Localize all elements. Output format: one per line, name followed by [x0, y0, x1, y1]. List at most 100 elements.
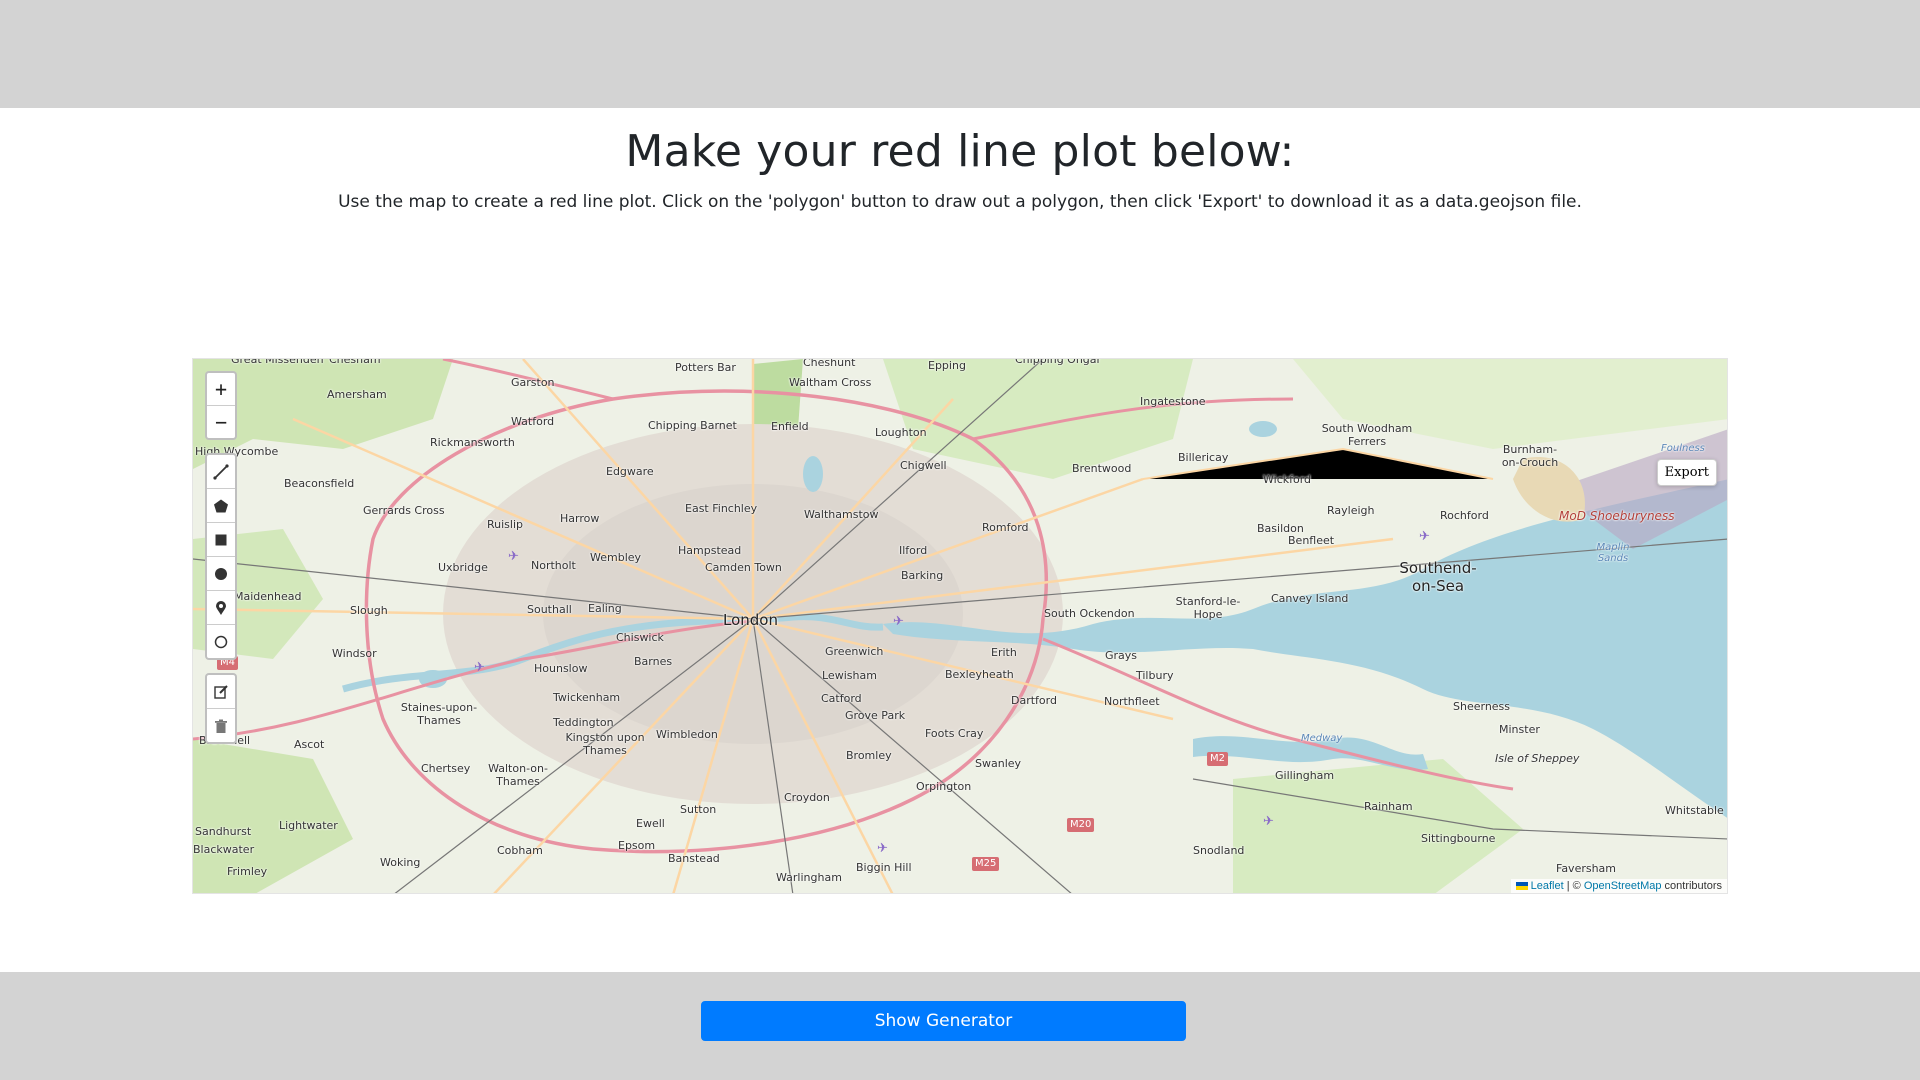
place-label: Barnes [634, 655, 673, 668]
place-label: Warlingham [776, 871, 842, 884]
place-label: Billericay [1178, 451, 1229, 464]
circle-icon [215, 567, 227, 580]
place-label: Isle of Sheppey [1495, 752, 1580, 765]
place-label: Chipping Ongar [1015, 358, 1102, 366]
place-label: Teddington [553, 716, 614, 729]
airport-icon: ✈ [508, 549, 519, 564]
place-label: Bexleyheath [945, 668, 1014, 681]
place-label: Garston [511, 376, 555, 389]
delete-layers-button[interactable] [207, 709, 235, 742]
road-shield: M20 [1067, 818, 1095, 832]
show-generator-button[interactable]: Show Generator [701, 1001, 1186, 1041]
place-label: Greenwich [825, 645, 884, 658]
place-label: Ruislip [487, 518, 524, 531]
place-label: South Woodham Ferrers [1321, 422, 1413, 448]
place-label: Chipping Barnet [648, 419, 737, 432]
place-label: Snodland [1193, 844, 1245, 857]
area-label: MoD Shoeburyness [1559, 509, 1675, 523]
draw-rectangle-button[interactable] [207, 523, 235, 557]
place-label: Sutton [680, 803, 717, 816]
place-label: Bromley [846, 749, 892, 762]
zoom-control: + − [205, 371, 237, 440]
openstreetmap-link[interactable]: OpenStreetMap [1584, 880, 1662, 892]
place-label: Tilbury [1136, 669, 1174, 682]
place-label: Stanford-le-Hope [1175, 595, 1241, 621]
place-label: Windsor [332, 647, 377, 660]
place-label: Chigwell [900, 459, 947, 472]
road-shield: M2 [1207, 752, 1228, 766]
place-label: Grove Park [845, 709, 906, 722]
place-label: Grays [1105, 649, 1138, 662]
map-container[interactable]: London Southend-on-Sea Potters Bar Chesh… [192, 358, 1728, 894]
place-label: Epping [928, 359, 966, 372]
place-label: Harrow [560, 512, 600, 525]
polygon-icon [214, 499, 228, 512]
page-title: Make your red line plot below: [625, 126, 1295, 177]
place-label: Swanley [975, 757, 1022, 770]
place-label: Rainham [1364, 800, 1413, 813]
edit-layers-button[interactable] [207, 675, 235, 709]
place-label: Chesham [329, 358, 381, 366]
place-label: Rayleigh [1327, 504, 1375, 517]
place-label: Canvey Island [1271, 592, 1349, 605]
place-label: Lewisham [822, 669, 877, 682]
export-button[interactable]: Export [1656, 459, 1717, 486]
draw-polyline-button[interactable] [207, 455, 235, 489]
airport-icon: ✈ [893, 614, 904, 629]
place-label: Chiswick [616, 631, 664, 644]
place-label: Walthamstow [804, 508, 879, 521]
draw-circlemarker-button[interactable] [207, 625, 235, 658]
place-label: Rickmansworth [430, 436, 515, 449]
marker-icon [216, 600, 226, 615]
place-label: Great Missenden [231, 358, 324, 366]
edit-icon [214, 684, 228, 699]
airport-icon: ✈ [474, 660, 485, 675]
polyline-icon [213, 463, 229, 480]
place-label: Burnham-on-Crouch [1501, 443, 1559, 469]
airport-icon: ✈ [877, 841, 888, 856]
place-label: Sheerness [1453, 700, 1511, 713]
place-label: Whitstable [1665, 804, 1724, 817]
place-label: Chertsey [421, 762, 471, 775]
water-label: Medway [1301, 733, 1343, 744]
place-label: Twickenham [553, 691, 621, 704]
zoom-out-button[interactable]: − [207, 406, 235, 438]
place-label: Lightwater [279, 819, 338, 832]
top-bar [0, 0, 1920, 108]
place-label: Blackwater [193, 843, 255, 856]
place-label: Epsom [618, 839, 656, 852]
place-label: Potters Bar [675, 361, 736, 374]
place-label: Ingatestone [1140, 395, 1206, 408]
draw-marker-button[interactable] [207, 591, 235, 625]
place-label: Wickford [1263, 473, 1312, 486]
draw-toolbar [205, 453, 237, 660]
place-label: Croydon [784, 791, 830, 804]
place-label: Uxbridge [438, 561, 488, 574]
place-label: Benfleet [1288, 534, 1335, 547]
place-label: Banstead [668, 852, 720, 865]
place-label: Staines-upon-Thames [400, 701, 478, 727]
place-label: Maidenhead [234, 590, 302, 603]
place-label: Biggin Hill [856, 861, 912, 874]
place-label: Faversham [1556, 862, 1617, 875]
leaflet-link[interactable]: Leaflet [1531, 880, 1564, 892]
attribution-suffix: contributors [1661, 880, 1722, 892]
place-label: Walton-on-Thames [488, 762, 548, 788]
ukraine-flag-icon [1515, 882, 1528, 891]
place-label: Rochford [1440, 509, 1489, 522]
delete-icon [215, 719, 227, 733]
place-label: East Finchley [685, 502, 758, 515]
place-label: Slough [350, 604, 388, 617]
place-label: Sittingbourne [1421, 832, 1496, 845]
zoom-in-button[interactable]: + [207, 373, 235, 406]
place-label: Sandhurst [195, 825, 252, 838]
circlemarker-icon [214, 635, 228, 648]
place-label: Orpington [916, 780, 972, 793]
place-label: Hampstead [678, 544, 742, 557]
place-label: Erith [991, 646, 1017, 659]
draw-polygon-button[interactable] [207, 489, 235, 523]
airport-icon: ✈ [1419, 529, 1430, 544]
draw-circle-button[interactable] [207, 557, 235, 591]
place-label: Southall [527, 603, 572, 616]
place-label: Dartford [1011, 694, 1057, 707]
